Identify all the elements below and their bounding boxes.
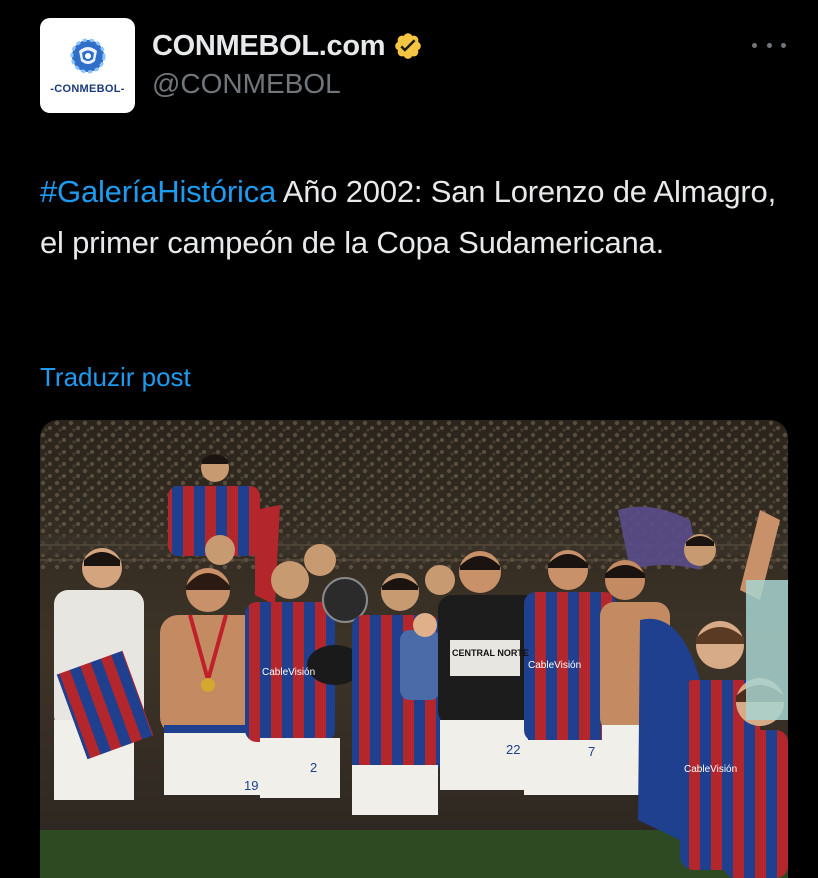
team-celebration-photo: CableVisión CableVisión CableVisión CENT… bbox=[40, 420, 788, 878]
tweet-text: #GaleríaHistórica Año 2002: San Lorenzo … bbox=[40, 166, 780, 268]
shorts-number-2: 2 bbox=[310, 760, 317, 775]
display-name[interactable]: CONMEBOL.com bbox=[152, 28, 423, 64]
shorts-number-1: 19 bbox=[244, 778, 258, 793]
sponsor-text-3: CableVisión bbox=[684, 764, 737, 775]
shorts-number-4: 7 bbox=[588, 744, 595, 759]
banner-text: CENTRAL NORTE bbox=[452, 648, 529, 658]
sponsor-text-1: CableVisión bbox=[262, 667, 315, 678]
hashtag-link[interactable]: #GaleríaHistórica bbox=[40, 174, 276, 209]
avatar[interactable]: -CONMEBOL- bbox=[40, 18, 135, 113]
translate-post-link[interactable]: Traduzir post bbox=[40, 362, 191, 393]
conmebol-logo-icon bbox=[70, 38, 105, 73]
account-handle[interactable]: @CONMEBOL bbox=[152, 68, 341, 100]
verified-badge-icon bbox=[395, 33, 422, 59]
avatar-logo-text: -CONMEBOL- bbox=[50, 82, 125, 95]
more-options-icon[interactable] bbox=[752, 36, 786, 54]
sponsor-text-2: CableVisión bbox=[528, 660, 581, 671]
tweet-photo[interactable]: CableVisión CableVisión CableVisión CENT… bbox=[40, 420, 788, 878]
shorts-number-3: 22 bbox=[506, 742, 520, 757]
account-name[interactable]: CONMEBOL.com bbox=[152, 30, 386, 63]
tweet-card[interactable]: -CONMEBOL- CONMEBOL.com @CONMEBOL #Galer… bbox=[0, 0, 818, 878]
